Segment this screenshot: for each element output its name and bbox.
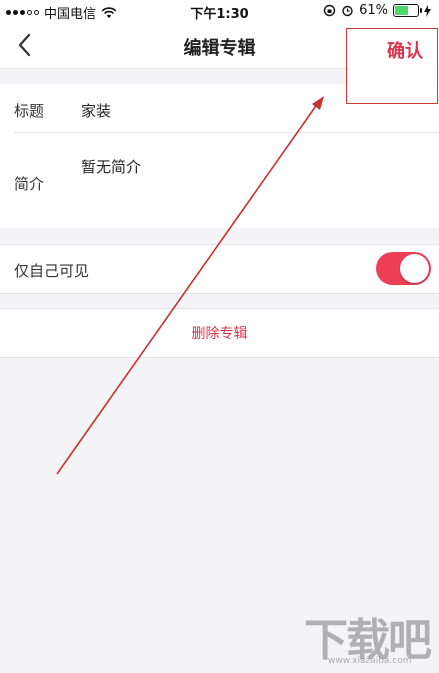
charging-icon [424, 4, 431, 17]
orientation-lock-icon [323, 4, 336, 17]
navigation-bar: 编辑专辑 确认 [0, 22, 439, 104]
privacy-row: 仅自己可见 [0, 244, 439, 294]
watermark-logo: 下载吧 www.xiazaiba.com [298, 604, 434, 668]
battery-percent: 61% [359, 3, 388, 18]
intro-input[interactable]: 暂无简介 [81, 156, 141, 177]
album-info-card: 标题 家装 暂无简介 简介 [0, 84, 439, 228]
title-label: 标题 [14, 102, 45, 120]
privacy-label: 仅自己可见 [14, 262, 90, 280]
toggle-knob [400, 254, 429, 283]
watermark-url: www.xiazaiba.com [328, 656, 412, 666]
status-bar: 中国电信 下午1:30 61% [0, 0, 439, 22]
alarm-icon [342, 5, 353, 17]
confirm-button[interactable]: 确认 [346, 28, 438, 104]
battery-icon [393, 4, 422, 17]
divider [14, 132, 439, 133]
status-right: 61% [323, 3, 431, 18]
title-input[interactable]: 家装 [81, 100, 111, 121]
confirm-label: 确认 [387, 41, 423, 62]
delete-row: 删除专辑 [0, 308, 439, 358]
delete-album-button[interactable]: 删除专辑 [0, 323, 439, 343]
privacy-toggle[interactable] [376, 252, 431, 285]
intro-label: 简介 [14, 175, 45, 193]
